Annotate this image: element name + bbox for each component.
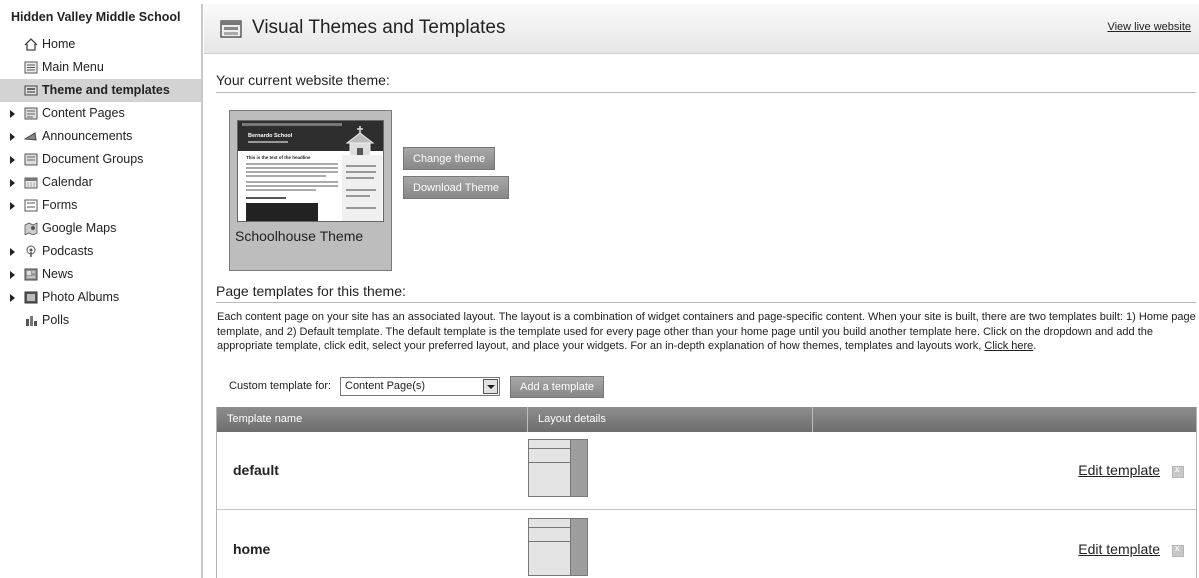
description-text: Each content page on your site has an as… [217, 311, 1196, 352]
sidebar-item-label: Home [42, 37, 76, 51]
sidebar-item-label: Podcasts [42, 244, 94, 258]
page-title: Visual Themes and Templates [252, 17, 506, 38]
template-name: home [233, 541, 271, 557]
photo-icon [24, 291, 38, 304]
sidebar-item-label: Main Menu [42, 60, 104, 74]
expand-arrow-icon[interactable] [10, 248, 15, 256]
current-theme-heading: Your current website theme: [216, 72, 390, 88]
sidebar-item-theme-and-templates[interactable]: Theme and templates [0, 79, 203, 102]
theme-preview-headline: This is the text of the headline [246, 155, 311, 160]
document-icon [24, 153, 38, 166]
megaphone-icon [24, 132, 37, 141]
theme-icon [220, 20, 242, 38]
add-template-button[interactable]: Add a template [510, 376, 604, 398]
sidebar-item-label: Polls [42, 313, 70, 327]
poll-icon [26, 316, 37, 326]
custom-template-label: Custom template for: [229, 380, 332, 392]
sidebar-item-google-maps[interactable]: Google Maps [0, 217, 203, 240]
edit-template-link[interactable]: Edit template [1078, 541, 1160, 557]
sidebar-item-label: Google Maps [42, 221, 117, 235]
sidebar-item-polls[interactable]: Polls [0, 309, 203, 332]
sidebar-item-label: News [42, 267, 74, 281]
column-header-layout-details: Layout details [528, 407, 813, 432]
page-icon [24, 107, 38, 120]
sidebar-item-calendar[interactable]: Calendar [0, 171, 203, 194]
change-theme-button[interactable]: Change theme [403, 147, 496, 170]
schoolhouse-icon [345, 126, 375, 158]
templates-description: Each content page on your site has an as… [217, 311, 1196, 352]
templates-heading: Page templates for this theme: [216, 283, 406, 299]
edit-template-link[interactable]: Edit template [1078, 462, 1160, 478]
sidebar-item-content-pages[interactable]: Content Pages [0, 102, 203, 125]
view-live-website-link[interactable]: View live website [1107, 21, 1191, 33]
expand-arrow-icon[interactable] [10, 179, 15, 187]
sidebar-item-announcements[interactable]: Announcements [0, 125, 203, 148]
delete-icon[interactable] [1172, 543, 1184, 557]
layout-preview[interactable] [528, 518, 588, 576]
theme-name: Schoolhouse Theme [235, 228, 364, 244]
expand-arrow-icon[interactable] [10, 271, 15, 279]
news-icon [24, 268, 38, 281]
sidebar-item-label: Calendar [42, 175, 93, 189]
sidebar-item-podcasts[interactable]: Podcasts [0, 240, 203, 263]
table-header: Template name Layout details [217, 407, 1196, 432]
sidebar-item-main-menu[interactable]: Main Menu [0, 56, 203, 79]
download-theme-button[interactable]: Download Theme [403, 176, 510, 199]
sidebar-divider [201, 4, 203, 578]
sidebar-item-label: Theme and templates [42, 83, 170, 97]
sidebar-item-photo-albums[interactable]: Photo Albums [0, 286, 203, 309]
click-here-link[interactable]: Click here [984, 340, 1033, 352]
sidebar-item-forms[interactable]: Forms [0, 194, 203, 217]
calendar-icon [24, 177, 38, 189]
expand-arrow-icon[interactable] [10, 294, 15, 302]
sidebar-item-label: Content Pages [42, 106, 125, 120]
template-type-select[interactable]: Content Page(s) [340, 377, 500, 396]
divider [216, 302, 1196, 303]
sidebar-item-document-groups[interactable]: Document Groups [0, 148, 203, 171]
delete-icon[interactable] [1172, 464, 1184, 478]
theme-preview-title: Bernardo School [248, 133, 293, 139]
column-header-actions [813, 407, 1196, 432]
podcast-icon [26, 245, 36, 257]
chevron-down-icon[interactable] [483, 379, 498, 394]
form-icon [24, 199, 38, 212]
sidebar: Hidden Valley Middle School Home Main Me… [0, 0, 203, 578]
column-header-template-name: Template name [217, 407, 528, 432]
sidebar-item-home[interactable]: Home [0, 33, 203, 56]
page-header: Visual Themes and Templates View live we… [204, 4, 1199, 54]
expand-arrow-icon[interactable] [10, 156, 15, 164]
home-icon [24, 38, 38, 51]
sidebar-nav: Home Main Menu Theme and templates Conte… [0, 33, 203, 332]
select-value: Content Page(s) [345, 380, 426, 392]
table-row: home Edit template [217, 511, 1196, 578]
theme-icon [24, 85, 38, 96]
theme-preview-image: Bernardo School This is the text of the … [237, 120, 384, 222]
table-row: default Edit template [217, 432, 1196, 510]
sidebar-item-news[interactable]: News [0, 263, 203, 286]
map-icon [24, 222, 38, 235]
divider [216, 92, 1196, 93]
sidebar-item-label: Forms [42, 198, 78, 212]
template-name: default [233, 462, 279, 478]
expand-arrow-icon[interactable] [10, 110, 15, 118]
menu-icon [24, 61, 38, 74]
sidebar-item-label: Photo Albums [42, 290, 120, 304]
school-name: Hidden Valley Middle School [11, 10, 181, 24]
templates-table: Template name Layout details default Edi… [216, 407, 1197, 578]
layout-preview[interactable] [528, 439, 588, 497]
sidebar-item-label: Announcements [42, 129, 133, 143]
current-theme-card: Bernardo School This is the text of the … [229, 110, 392, 271]
sidebar-item-label: Document Groups [42, 152, 144, 166]
expand-arrow-icon[interactable] [10, 202, 15, 210]
expand-arrow-icon[interactable] [10, 133, 15, 141]
